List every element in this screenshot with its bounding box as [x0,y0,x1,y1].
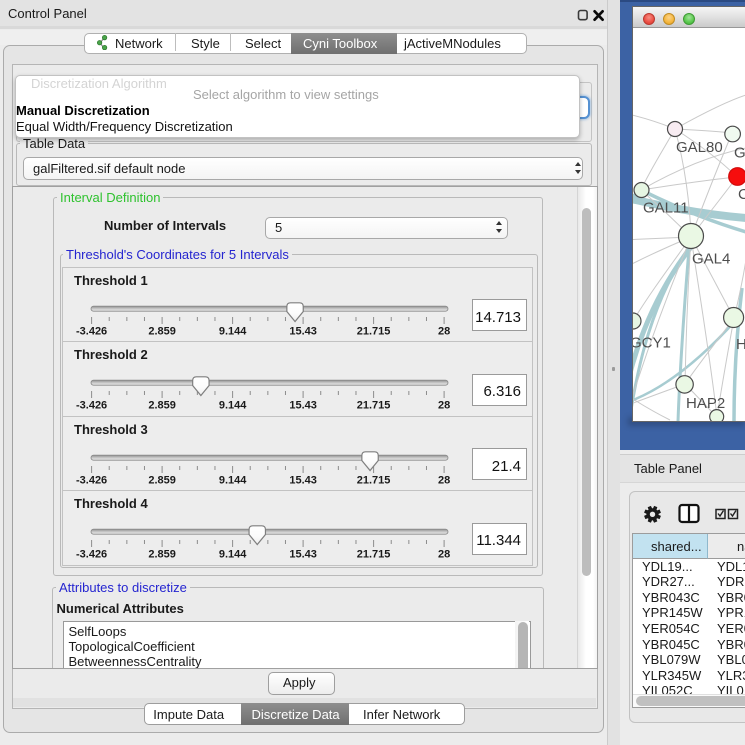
svg-text:21.715: 21.715 [357,474,391,486]
svg-text:-3.426: -3.426 [76,474,107,486]
svg-text:28: 28 [438,325,450,337]
svg-text:2.859: 2.859 [148,325,176,337]
svg-text:-3.426: -3.426 [76,400,107,412]
svg-text:C: C [738,186,745,203]
svg-text:2.859: 2.859 [148,400,176,412]
svg-text:GA: GA [734,145,745,162]
svg-text:2.859: 2.859 [148,474,176,486]
svg-text:28: 28 [438,549,450,561]
svg-text:21.715: 21.715 [357,400,391,412]
svg-text:15.43: 15.43 [289,474,317,486]
svg-text:GAL4: GAL4 [692,251,730,268]
svg-text:9.144: 9.144 [219,474,247,486]
svg-text:2.859: 2.859 [148,549,176,561]
svg-text:15.43: 15.43 [289,325,317,337]
svg-text:21.715: 21.715 [357,325,391,337]
svg-text:9.144: 9.144 [219,549,247,561]
svg-text:GAL80: GAL80 [676,139,723,156]
svg-text:15.43: 15.43 [289,400,317,412]
svg-text:GCY1: GCY1 [633,335,671,352]
svg-text:28: 28 [438,474,450,486]
svg-text:21.715: 21.715 [357,549,391,561]
svg-text:-3.426: -3.426 [76,325,107,337]
svg-text:9.144: 9.144 [219,400,247,412]
svg-text:15.43: 15.43 [289,549,317,561]
svg-text:HAP2: HAP2 [686,395,725,412]
svg-text:28: 28 [438,400,450,412]
svg-text:H: H [736,336,745,353]
svg-text:-3.426: -3.426 [76,549,107,561]
svg-text:9.144: 9.144 [219,325,247,337]
svg-text:GAL11: GAL11 [643,200,689,217]
